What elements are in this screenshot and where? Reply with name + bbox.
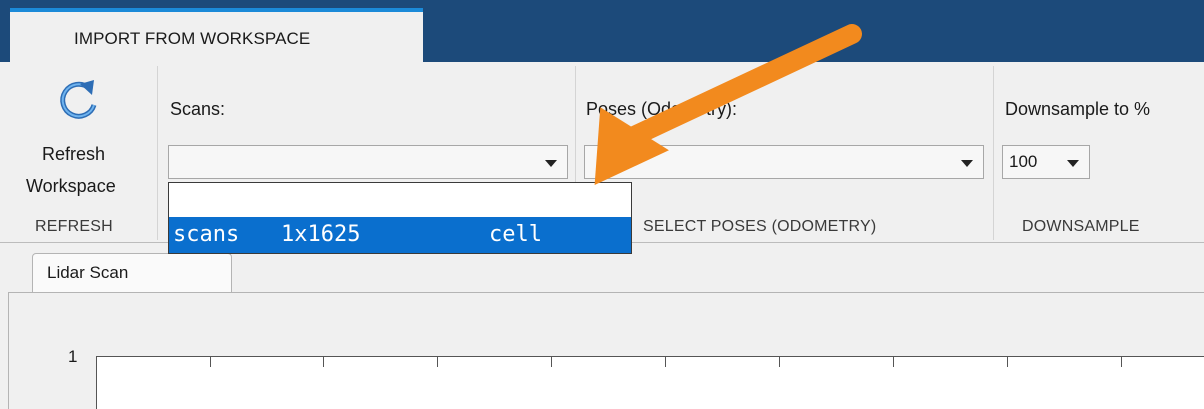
item-name: scans — [173, 222, 240, 247]
refresh-label-line2: Workspace — [26, 176, 116, 196]
separator — [157, 66, 158, 240]
tab-import-from-workspace[interactable]: IMPORT FROM WORKSPACE — [10, 8, 423, 62]
x-tick — [893, 357, 894, 367]
x-tick — [551, 357, 552, 367]
refresh-workspace-button[interactable]: Refresh Workspace — [18, 72, 142, 204]
x-tick — [437, 357, 438, 367]
chevron-down-icon[interactable] — [1067, 160, 1079, 167]
chevron-down-icon[interactable] — [545, 160, 557, 167]
tab-lidar-scan-label: Lidar Scan — [47, 263, 129, 282]
x-tick — [210, 357, 211, 367]
downsample-value: 100 — [1009, 152, 1038, 171]
refresh-label-line1: Refresh — [42, 144, 106, 164]
x-tick — [1121, 357, 1122, 367]
section-refresh: REFRESH — [35, 218, 113, 235]
orange-arrow-icon — [594, 24, 862, 185]
downsample-label: Downsample to % — [1005, 99, 1151, 119]
y-tick-label: 1 — [68, 347, 78, 366]
tab-divider — [8, 292, 1204, 293]
scans-dropdown[interactable] — [168, 145, 568, 179]
tab-import-label: IMPORT FROM WORKSPACE — [74, 29, 311, 48]
item-class: cell — [489, 222, 542, 247]
x-tick — [1007, 357, 1008, 367]
downsample-dropdown[interactable]: 100 — [1002, 145, 1090, 179]
section-select-poses: SELECT POSES (ODOMETRY) — [643, 218, 877, 235]
section-downsample: DOWNSAMPLE — [1022, 218, 1140, 235]
x-tick — [665, 357, 666, 367]
panel-border — [8, 292, 9, 409]
dropdown-item-scans[interactable]: scans 1x1625 cell — [169, 217, 631, 253]
x-tick — [323, 357, 324, 367]
tab-lidar-scan[interactable]: Lidar Scan — [32, 253, 232, 293]
scans-label: Scans: — [170, 99, 226, 119]
x-tick — [779, 357, 780, 367]
plot-axes[interactable] — [96, 356, 1204, 409]
refresh-icon — [60, 80, 97, 119]
separator — [993, 66, 994, 240]
scans-dropdown-list: scans 1x1625 cell — [168, 182, 632, 254]
item-size: 1x1625 — [281, 222, 361, 247]
chevron-down-icon[interactable] — [961, 160, 973, 167]
